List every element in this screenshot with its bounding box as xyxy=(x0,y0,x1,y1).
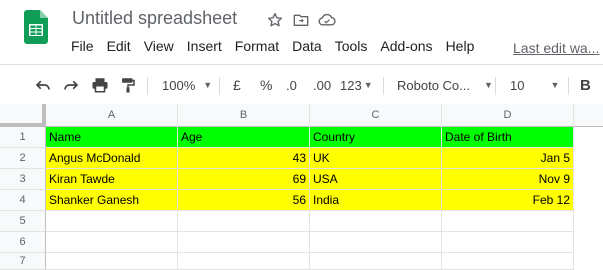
app-header: Untitled spreadsheet File Edit View Inse… xyxy=(0,0,603,64)
row-header[interactable]: 7 xyxy=(0,253,46,270)
cell-c6[interactable] xyxy=(310,232,442,253)
cell-c4[interactable]: India xyxy=(310,190,442,211)
cell-b7[interactable] xyxy=(178,253,310,270)
print-icon[interactable] xyxy=(91,65,109,105)
currency-format-button[interactable]: £ xyxy=(233,65,241,105)
menu-insert[interactable]: Insert xyxy=(187,38,222,54)
cell-b5[interactable] xyxy=(178,211,310,232)
cell-a6[interactable] xyxy=(46,232,178,253)
cell-d4[interactable]: Feb 12 xyxy=(442,190,574,211)
row-header[interactable]: 1 xyxy=(0,127,46,148)
more-formats-label: 123 xyxy=(340,77,362,93)
decrease-decimal-button[interactable]: .0 xyxy=(286,65,297,105)
zoom-select[interactable]: 100% ▼ xyxy=(162,65,212,105)
row-header[interactable]: 3 xyxy=(0,169,46,190)
cell-d5[interactable] xyxy=(442,211,574,232)
cloud-saved-icon[interactable] xyxy=(318,11,336,29)
cell-a3[interactable]: Kiran Tawde xyxy=(46,169,178,190)
cell-a5[interactable] xyxy=(46,211,178,232)
menu-edit[interactable]: Edit xyxy=(107,38,131,54)
menu-data[interactable]: Data xyxy=(292,38,322,54)
document-title[interactable]: Untitled spreadsheet xyxy=(72,8,237,29)
menu-format[interactable]: Format xyxy=(235,38,279,54)
cell-d7[interactable] xyxy=(442,253,574,270)
percent-format-button[interactable]: % xyxy=(260,65,272,105)
row-header[interactable]: 2 xyxy=(0,148,46,169)
cell-a4[interactable]: Shanker Ganesh xyxy=(46,190,178,211)
zoom-value: 100% xyxy=(162,77,196,93)
decrease-decimal-label: .0 xyxy=(286,77,297,93)
column-header-c[interactable]: C xyxy=(310,104,442,127)
redo-icon[interactable] xyxy=(62,65,80,105)
chevron-down-icon: ▼ xyxy=(203,80,213,90)
menu-view[interactable]: View xyxy=(144,38,174,54)
chevron-down-icon: ▼ xyxy=(550,80,560,90)
cell-d2[interactable]: Jan 5 xyxy=(442,148,574,169)
spreadsheet-grid: A B C D 1 2 3 4 5 6 7 Name Age Country D… xyxy=(0,104,603,270)
menu-tools[interactable]: Tools xyxy=(335,38,368,54)
cell-c2[interactable]: UK xyxy=(310,148,442,169)
chevron-down-icon: ▼ xyxy=(363,80,373,90)
cell-c5[interactable] xyxy=(310,211,442,232)
menu-bar: File Edit View Insert Format Data Tools … xyxy=(71,38,487,54)
paint-format-icon[interactable] xyxy=(119,65,137,105)
cell-b6[interactable] xyxy=(178,232,310,253)
menu-addons[interactable]: Add-ons xyxy=(380,38,432,54)
cell-d6[interactable] xyxy=(442,232,574,253)
column-header-a[interactable]: A xyxy=(46,104,178,127)
font-family-value: Roboto Co... xyxy=(397,77,470,93)
cell-b3[interactable]: 69 xyxy=(178,169,310,190)
cell-b1[interactable]: Age xyxy=(178,127,310,148)
menu-file[interactable]: File xyxy=(71,38,94,54)
chevron-down-icon: ▼ xyxy=(484,80,493,90)
font-family-select[interactable]: Roboto Co... ▼ xyxy=(397,65,493,105)
font-size-value: 10 xyxy=(510,77,525,93)
more-formats-select[interactable]: 123 ▼ xyxy=(340,65,373,105)
cell-b2[interactable]: 43 xyxy=(178,148,310,169)
cell-d3[interactable]: Nov 9 xyxy=(442,169,574,190)
menu-help[interactable]: Help xyxy=(446,38,475,54)
font-size-select[interactable]: 10 ▼ xyxy=(510,65,559,105)
cell-a2[interactable]: Angus McDonald xyxy=(46,148,178,169)
row-header[interactable]: 5 xyxy=(0,211,46,232)
row-header[interactable]: 6 xyxy=(0,232,46,253)
row-header[interactable]: 4 xyxy=(0,190,46,211)
increase-decimal-button[interactable]: .00 xyxy=(313,65,331,105)
cell-c1[interactable]: Country xyxy=(310,127,442,148)
cell-d1[interactable]: Date of Birth xyxy=(442,127,574,148)
cell-a7[interactable] xyxy=(46,253,178,270)
toolbar: 100% ▼ £ % .0 .00 123 ▼ Roboto Co... ▼ 10 ▼ … xyxy=(0,64,603,104)
cell-c3[interactable]: USA xyxy=(310,169,442,190)
cell-c7[interactable] xyxy=(310,253,442,270)
sheets-logo-icon[interactable] xyxy=(24,10,48,44)
select-all-corner[interactable] xyxy=(0,104,46,127)
cell-b4[interactable]: 56 xyxy=(178,190,310,211)
move-to-folder-icon[interactable] xyxy=(292,11,310,29)
increase-decimal-label: .00 xyxy=(313,77,332,93)
cell-a1[interactable]: Name xyxy=(46,127,178,148)
column-header-d[interactable]: D xyxy=(442,104,574,127)
undo-icon[interactable] xyxy=(34,65,52,105)
column-header-e[interactable] xyxy=(574,104,603,127)
bold-button[interactable]: B xyxy=(580,65,591,105)
column-header-b[interactable]: B xyxy=(178,104,310,127)
star-icon[interactable] xyxy=(266,11,284,29)
last-edit-link[interactable]: Last edit wa... xyxy=(513,40,599,56)
